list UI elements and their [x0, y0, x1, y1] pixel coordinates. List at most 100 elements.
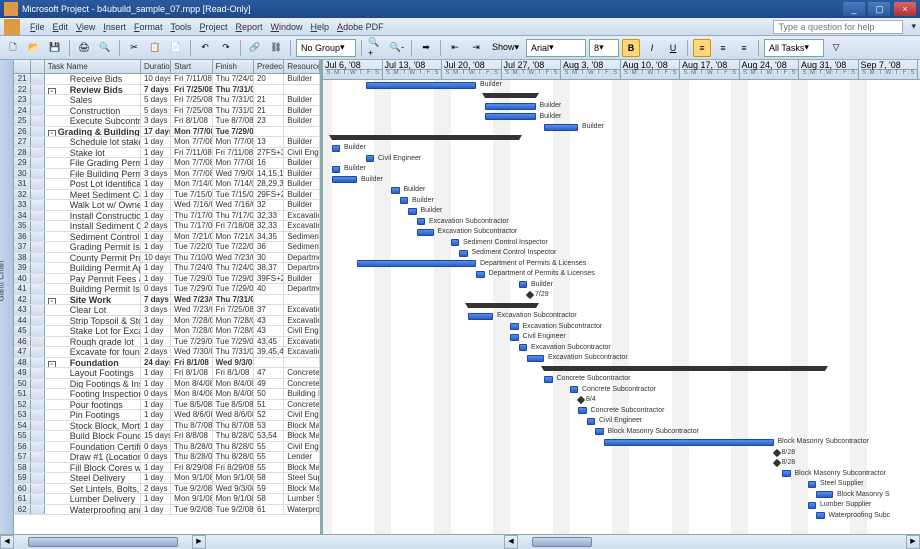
cell[interactable]: 36	[14, 232, 31, 242]
cell[interactable]: 59	[254, 484, 284, 494]
cell[interactable]: Fri 8/8/08	[171, 431, 212, 441]
cell[interactable]	[31, 494, 45, 504]
col-header[interactable]: Predecessors	[254, 60, 284, 73]
cell[interactable]: 21	[254, 106, 284, 116]
cell[interactable]	[31, 410, 45, 420]
cell[interactable]: Fri 8/29/08	[171, 463, 212, 473]
task-bar[interactable]	[332, 176, 358, 183]
cell[interactable]: 23	[14, 95, 31, 105]
cell[interactable]	[31, 242, 45, 252]
cell[interactable]: Fri 7/18/08	[213, 221, 254, 231]
cell[interactable]: 57	[14, 452, 31, 462]
cell[interactable]	[31, 137, 45, 147]
cell[interactable]: 15 days	[141, 431, 171, 441]
cell[interactable]	[31, 127, 45, 137]
cell[interactable]: 21	[14, 74, 31, 84]
cell[interactable]: 58	[254, 473, 284, 483]
milestone[interactable]	[772, 459, 780, 467]
cell[interactable]: 40	[14, 274, 31, 284]
cell[interactable]	[31, 263, 45, 273]
cell[interactable]: 1 day	[141, 137, 171, 147]
cell[interactable]: Tue 7/29/08	[213, 274, 254, 284]
unlink-button[interactable]: ⛓	[267, 39, 285, 57]
cell[interactable]	[31, 400, 45, 410]
cell[interactable]: Fri 7/25/08	[171, 106, 212, 116]
cell[interactable]: Department o	[284, 284, 320, 294]
cell[interactable]: Stock Block, Mortar, Sand	[45, 421, 141, 431]
cell[interactable]: Mon 7/28/08	[171, 316, 212, 326]
cell[interactable]: Strip Topsoil & Stockpile	[45, 316, 141, 326]
cell[interactable]: 27FS+3 days	[254, 148, 284, 158]
cell[interactable]: 58	[254, 494, 284, 504]
cell[interactable]: 10 days	[141, 74, 171, 84]
cell[interactable]: Tue 7/29/08	[171, 337, 212, 347]
cell[interactable]: Waterproofin	[284, 505, 320, 515]
cell[interactable]: 24 days	[141, 358, 171, 368]
fontsize-select[interactable]: 8 ▾	[589, 39, 619, 57]
table-row[interactable]: 53Pin Footings1 dayWed 8/6/08Wed 8/6/085…	[14, 410, 320, 421]
cell[interactable]: 3 days	[141, 169, 171, 179]
cell[interactable]: Builder	[284, 137, 320, 147]
summary-bar[interactable]	[468, 303, 536, 308]
cell[interactable]	[31, 200, 45, 210]
table-row[interactable]: 55Build Block Foundation15 daysFri 8/8/0…	[14, 431, 320, 442]
cell[interactable]: 7 days	[141, 85, 171, 95]
cell[interactable]: Builder	[284, 74, 320, 84]
cell[interactable]: Excavation S	[284, 211, 320, 221]
cell[interactable]: 35	[14, 221, 31, 231]
paste-button[interactable]: 📄	[167, 39, 185, 57]
cell[interactable]	[31, 284, 45, 294]
cell[interactable]: 0 days	[141, 452, 171, 462]
cell[interactable]: Install Sediment Controls	[45, 221, 141, 231]
cell[interactable]: Wed 7/30/08	[171, 347, 212, 357]
menu-insert[interactable]: Insert	[103, 22, 126, 32]
cell[interactable]: Thu 7/24/08	[213, 263, 254, 273]
cell[interactable]: Thu 7/17/08	[213, 211, 254, 221]
cell[interactable]: Wed 9/3/08	[213, 484, 254, 494]
cell[interactable]: -Grading & Building Permits	[45, 127, 141, 137]
cell[interactable]: Draw #1 (Location Survey)	[45, 452, 141, 462]
cell[interactable]	[31, 253, 45, 263]
col-header[interactable]: Task Name	[45, 60, 141, 73]
cell[interactable]: Thu 8/28/08	[171, 442, 212, 452]
table-row[interactable]: 51Footing Inspection0 daysMon 8/4/08Mon …	[14, 389, 320, 400]
task-bar[interactable]	[510, 334, 519, 341]
cell[interactable]: 45	[14, 326, 31, 336]
col-header[interactable]: Duration	[141, 60, 171, 73]
cell[interactable]: Concrete Su	[284, 368, 320, 378]
table-row[interactable]: 27Schedule lot stake-out1 dayMon 7/7/08M…	[14, 137, 320, 148]
cell[interactable]: 36	[254, 242, 284, 252]
cell[interactable]: 39,45,43,46	[254, 347, 284, 357]
cell[interactable]: 47	[254, 368, 284, 378]
cell[interactable]: 29FS+2 days	[254, 190, 284, 200]
milestone[interactable]	[577, 396, 585, 404]
cell[interactable]: 1 day	[141, 190, 171, 200]
cell[interactable]: Civil Enginee	[284, 326, 320, 336]
task-bar[interactable]	[476, 271, 485, 278]
cell[interactable]: Steel Supplie	[284, 473, 320, 483]
cell[interactable]: 0 days	[141, 442, 171, 452]
cell[interactable]: 1 day	[141, 337, 171, 347]
cell[interactable]: County Permit Process	[45, 253, 141, 263]
cell[interactable]	[31, 190, 45, 200]
cell[interactable]: Mon 9/1/08	[213, 494, 254, 504]
col-header[interactable]: Resource Names	[284, 60, 320, 73]
cell[interactable]: 48	[14, 358, 31, 368]
cell[interactable]: 34,35	[254, 232, 284, 242]
expand-icon[interactable]: -	[48, 88, 56, 95]
cell[interactable]: Waterproofing and Drain Tile	[45, 505, 141, 515]
cell[interactable]: 24	[14, 106, 31, 116]
cell[interactable]: 23	[254, 116, 284, 126]
task-bar[interactable]	[604, 439, 774, 446]
cell[interactable]: 16	[254, 158, 284, 168]
task-bar[interactable]	[408, 208, 417, 215]
cell[interactable]	[31, 505, 45, 515]
cell[interactable]: Tue 9/2/08	[171, 505, 212, 515]
cell[interactable]: 49	[254, 379, 284, 389]
cell[interactable]: 59	[14, 473, 31, 483]
cell[interactable]	[31, 452, 45, 462]
table-row[interactable]: 38County Permit Process10 daysThu 7/10/0…	[14, 253, 320, 264]
help-dropdown-icon[interactable]: ▾	[911, 21, 916, 32]
cell[interactable]: 44	[14, 316, 31, 326]
scroll-left-button-2[interactable]: ◀	[504, 535, 518, 549]
